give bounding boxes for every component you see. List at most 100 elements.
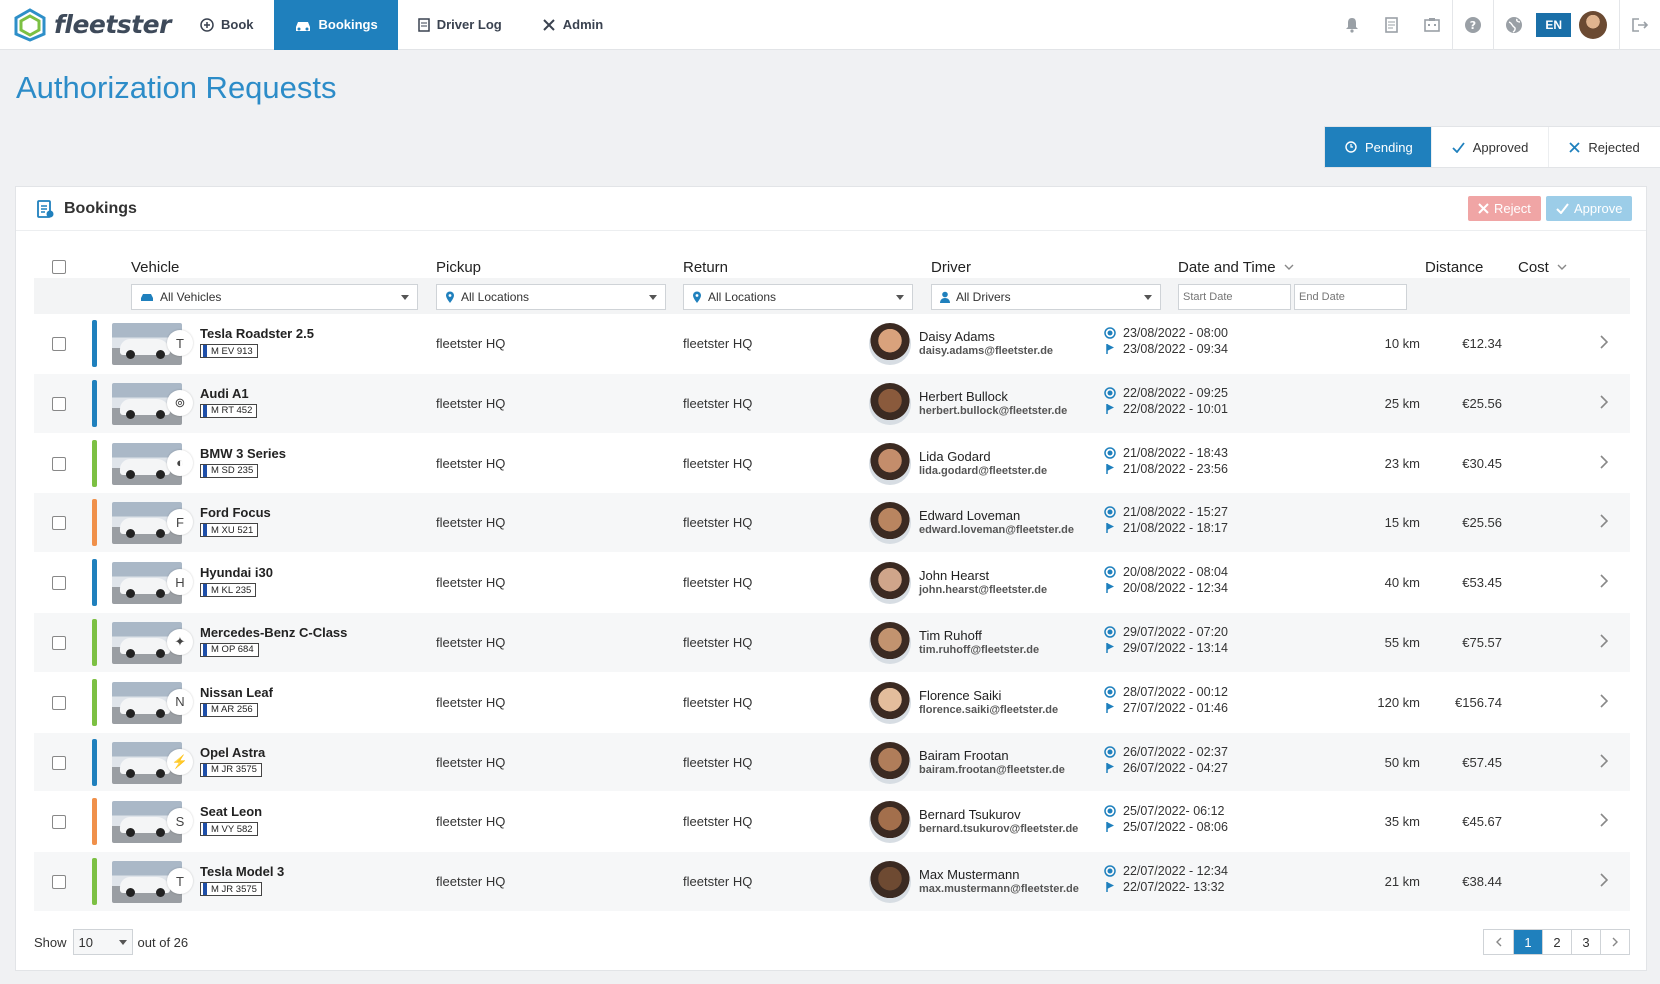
vehicle-filter-select[interactable]: All Vehicles	[131, 284, 418, 310]
row-checkbox[interactable]	[52, 396, 66, 411]
start-datetime: 26/07/2022 - 02:37	[1104, 745, 1228, 759]
page-button-3[interactable]: 3	[1571, 930, 1600, 954]
row-checkbox[interactable]	[52, 755, 66, 770]
card-title: Bookings	[64, 199, 137, 217]
table-row[interactable]: ⚡ Opel Astra M JR 3575 fleetster HQ flee…	[34, 732, 1630, 793]
eu-flag-icon	[203, 345, 207, 357]
table-row[interactable]: T Tesla Roadster 2.5 M EV 913 fleetster …	[34, 314, 1630, 374]
chevron-right-icon[interactable]	[1600, 574, 1609, 591]
nav-driver-log[interactable]: Driver Log	[398, 0, 522, 50]
row-checkbox[interactable]	[52, 337, 66, 351]
distance: 55 km	[1384, 634, 1420, 650]
col-driver[interactable]: Driver	[931, 259, 971, 276]
page-size-select[interactable]: 10	[72, 929, 133, 955]
col-cost[interactable]: Cost	[1518, 259, 1567, 276]
row-checkbox[interactable]	[52, 695, 66, 710]
distance: 120 km	[1377, 694, 1420, 710]
col-return[interactable]: Return	[683, 259, 728, 276]
table-row[interactable]: T Tesla Model 3 M JR 3575 fleetster HQ f…	[34, 852, 1630, 912]
nav-admin-label: Admin	[562, 17, 604, 32]
start-dot-icon	[1104, 506, 1116, 519]
vehicle-name: Tesla Roadster 2.5	[200, 326, 314, 341]
return-filter-select[interactable]: All Locations	[683, 284, 913, 310]
chevron-right-icon[interactable]	[1600, 754, 1609, 771]
table-row[interactable]: ⊚ Audi A1 M RT 452 fleetster HQ fleetste…	[34, 373, 1630, 434]
start-datetime: 20/08/2022 - 08:04	[1104, 565, 1228, 579]
table-row[interactable]: ◐ BMW 3 Series M SD 235 fleetster HQ fle…	[34, 434, 1630, 494]
tab-pending[interactable]: Pending	[1325, 127, 1431, 167]
license-plate: M EV 913	[200, 344, 258, 358]
row-checkbox[interactable]	[52, 516, 66, 531]
pickup-location: fleetster HQ	[436, 874, 506, 890]
pickup-filter-select[interactable]: All Locations	[436, 284, 666, 310]
status-bar	[92, 499, 97, 547]
table-row[interactable]: ✦ Mercedes-Benz C-Class M OP 684 fleetst…	[34, 612, 1630, 673]
page-button-1[interactable]: 1	[1513, 930, 1542, 954]
row-checkbox[interactable]	[52, 456, 66, 471]
approve-button[interactable]: Approve	[1546, 196, 1633, 221]
table-row[interactable]: N Nissan Leaf M AR 256 fleetster HQ flee…	[34, 673, 1630, 733]
help-icon[interactable]: ?	[1453, 0, 1493, 50]
driver-avatar	[869, 801, 911, 844]
chevron-right-icon[interactable]	[1600, 455, 1609, 472]
col-pickup[interactable]: Pickup	[436, 259, 481, 276]
nav-bookings[interactable]: Bookings	[273, 0, 398, 50]
row-checkbox[interactable]	[52, 875, 66, 890]
chevron-right-icon[interactable]	[1600, 873, 1609, 890]
end-datetime-text: 22/07/2022- 13:32	[1123, 880, 1225, 895]
row-checkbox[interactable]	[52, 635, 66, 650]
chevron-right-icon[interactable]	[1600, 514, 1609, 531]
start-datetime-text: 22/08/2022 - 09:25	[1123, 385, 1228, 400]
driver-filter-select[interactable]: All Drivers	[931, 284, 1161, 310]
nav-book[interactable]: Book	[180, 0, 274, 50]
select-all-checkbox[interactable]	[52, 260, 66, 274]
end-datetime: 21/08/2022 - 23:56	[1104, 462, 1228, 476]
return-location: fleetster HQ	[683, 336, 753, 351]
logout-icon[interactable]	[1620, 0, 1660, 50]
reject-button[interactable]: Reject	[1468, 196, 1541, 221]
bell-icon[interactable]	[1332, 0, 1372, 50]
chevron-right-icon[interactable]	[1600, 813, 1609, 830]
table-row[interactable]: H Hyundai i30 M KL 235 fleetster HQ flee…	[34, 553, 1630, 613]
col-datetime[interactable]: Date and Time	[1178, 259, 1294, 276]
next-page-button[interactable]	[1600, 930, 1629, 954]
start-dot-icon	[1104, 566, 1116, 578]
pickup-location: fleetster HQ	[436, 515, 506, 531]
table-row[interactable]: S Seat Leon M VY 582 fleetster HQ fleets…	[34, 792, 1630, 853]
col-vehicle[interactable]: Vehicle	[131, 259, 179, 276]
end-datetime-text: 22/08/2022 - 10:01	[1123, 401, 1228, 416]
driver-name: Florence Saiki	[919, 687, 1002, 703]
col-distance[interactable]: Distance	[1425, 259, 1483, 276]
start-date-input[interactable]	[1178, 284, 1291, 310]
chevron-right-icon[interactable]	[1600, 634, 1609, 651]
chevron-right-icon[interactable]	[1600, 395, 1609, 412]
cars-icon	[295, 21, 310, 31]
prev-page-button[interactable]	[1484, 930, 1513, 954]
flag-icon	[1106, 463, 1114, 474]
nav-admin[interactable]: Admin	[522, 0, 623, 50]
location-pin-icon	[693, 291, 701, 303]
fleetster-logo[interactable]: fleetster	[0, 0, 180, 50]
license-plate: M JR 3575	[200, 882, 262, 897]
end-date-input[interactable]	[1294, 284, 1407, 310]
driver-avatar	[869, 741, 911, 784]
chevron-right-icon[interactable]	[1600, 335, 1609, 352]
document-icon[interactable]	[1372, 0, 1412, 50]
eu-flag-icon	[203, 643, 207, 656]
tab-rejected[interactable]: Rejected	[1548, 127, 1659, 167]
row-checkbox[interactable]	[52, 815, 66, 830]
chevron-right-icon[interactable]	[1600, 694, 1609, 711]
building-icon[interactable]	[1412, 0, 1452, 50]
tab-approved[interactable]: Approved	[1430, 127, 1549, 167]
user-avatar[interactable]	[1579, 10, 1607, 39]
page-button-2[interactable]: 2	[1542, 930, 1571, 954]
start-datetime: 28/07/2022 - 00:12	[1104, 685, 1228, 699]
status-bar	[92, 858, 97, 906]
row-checkbox[interactable]	[52, 576, 66, 591]
table-row[interactable]: F Ford Focus M XU 521 fleetster HQ fleet…	[34, 493, 1630, 554]
language-switch[interactable]: EN	[1536, 12, 1571, 37]
nav-right-group: ? EN	[1332, 0, 1660, 50]
pickup-location: fleetster HQ	[436, 694, 506, 710]
globe-icon[interactable]	[1494, 0, 1534, 50]
return-location: fleetster HQ	[683, 814, 753, 830]
